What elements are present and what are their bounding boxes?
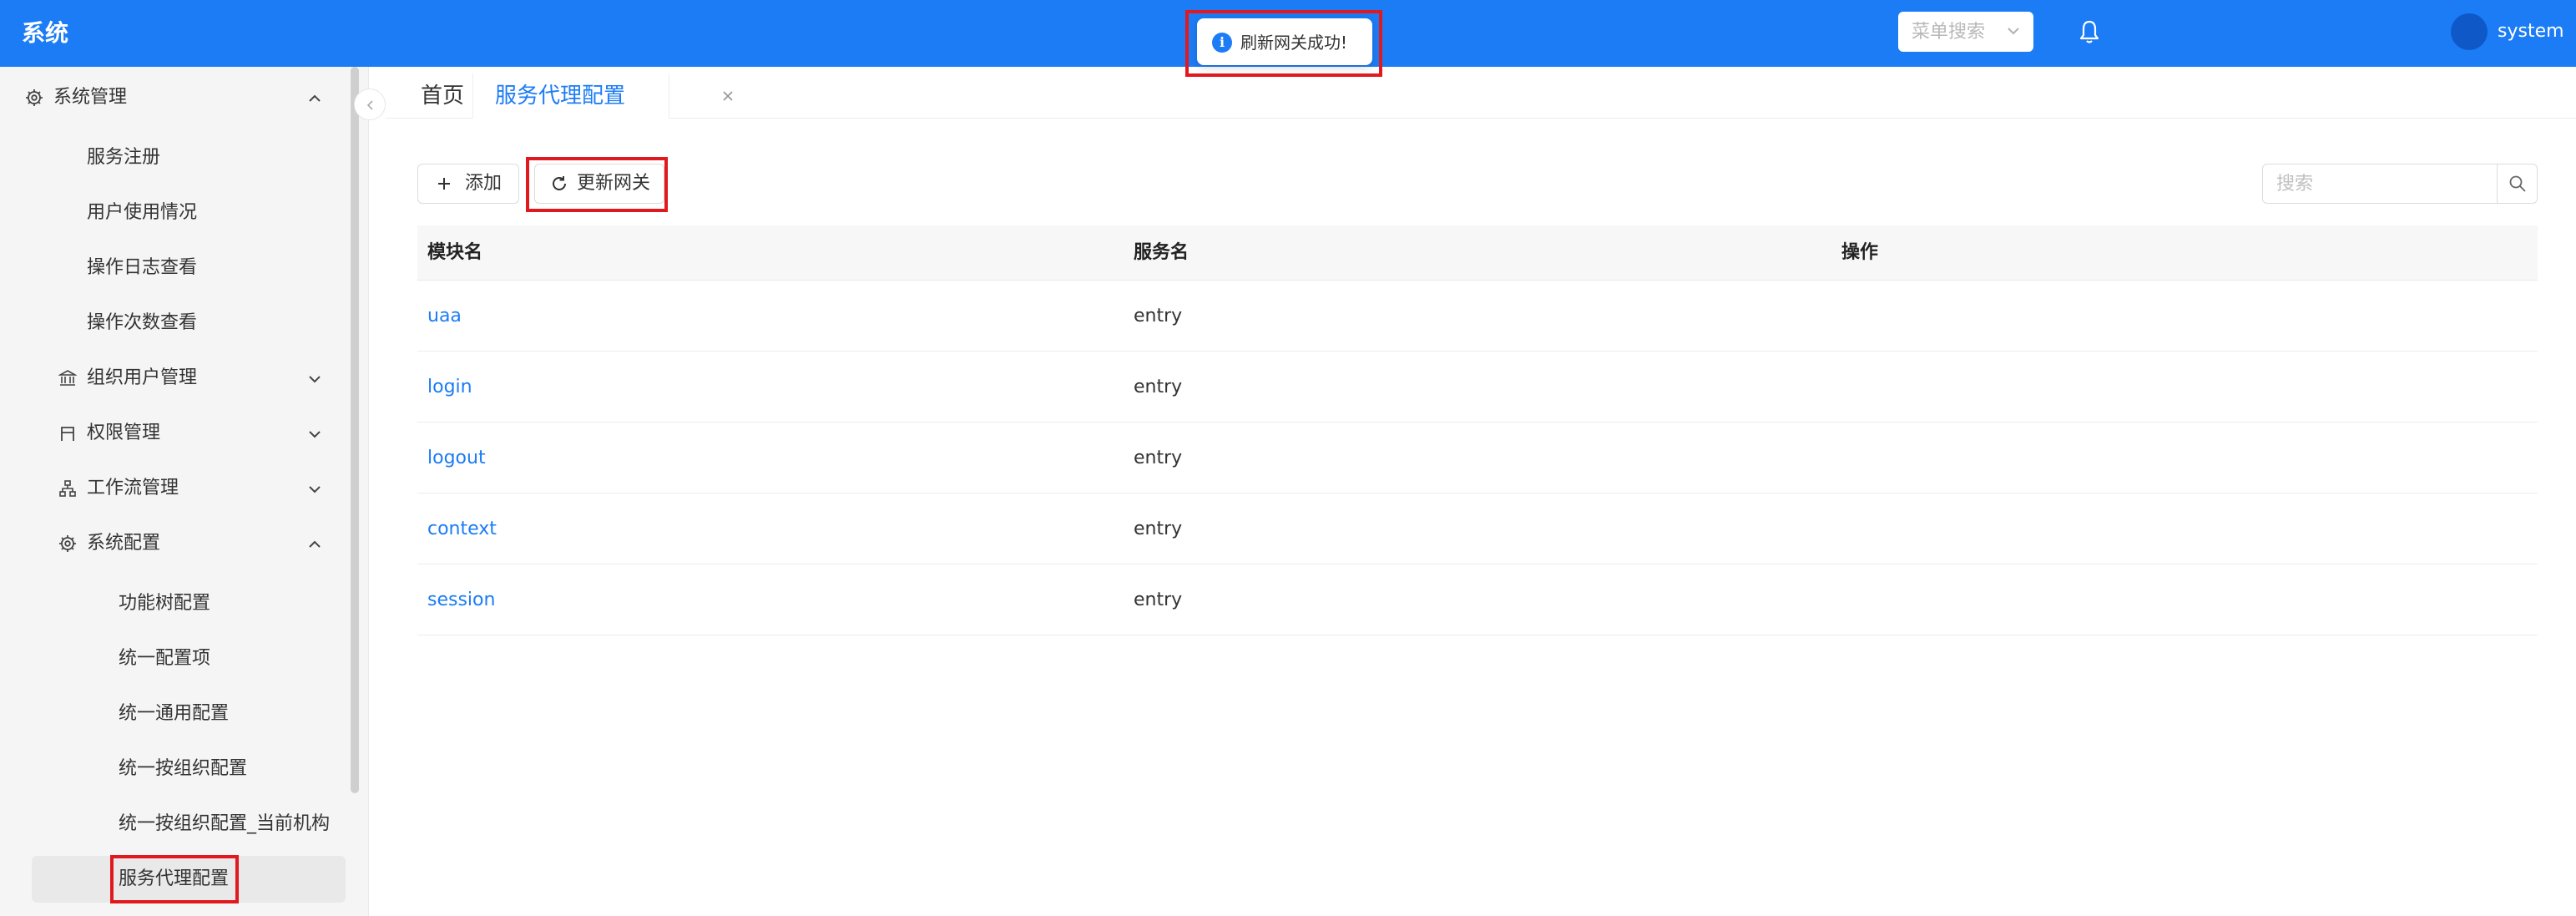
module-link[interactable]: session [427, 564, 495, 635]
tab-bar: 首页 服务代理配置 [386, 67, 2576, 119]
sidebar-item-label: 系统管理 [53, 87, 128, 108]
sidebar-item-label: 组织用户管理 [87, 367, 198, 388]
close-icon[interactable] [720, 89, 735, 104]
username[interactable]: system [2498, 17, 2564, 47]
module-link[interactable]: uaa [427, 281, 462, 352]
table-row: context entry [417, 493, 2538, 564]
sidebar-group-workflow-management[interactable]: 工作流管理 [0, 465, 342, 512]
sidebar-item-label: 权限管理 [87, 423, 161, 443]
table-row: logout entry [417, 423, 2538, 493]
sidebar-collapse-button[interactable] [354, 89, 386, 120]
bell-icon[interactable] [2077, 18, 2102, 45]
sidebar-item-service-register[interactable]: 服务注册 [0, 134, 342, 181]
search-box [2262, 164, 2538, 204]
app-title: 系统 [22, 19, 69, 47]
plus-icon [438, 178, 450, 190]
sidebar-item-label: 工作流管理 [87, 478, 179, 498]
sidebar-item-function-tree-config[interactable]: 功能树配置 [0, 580, 342, 627]
service-cell: entry [1134, 590, 1183, 610]
bank-icon [58, 370, 77, 386]
add-button-label: 添加 [465, 173, 503, 194]
sidebar-group-system-management[interactable]: 系统管理 [0, 74, 342, 121]
module-link[interactable]: context [427, 493, 497, 564]
sidebar-item-label: 操作次数查看 [87, 312, 198, 333]
menu-search-select[interactable]: 菜单搜索 [1898, 12, 2033, 52]
sidebar-item-label: 操作日志查看 [87, 257, 198, 278]
sidebar-item-unified-org-config[interactable]: 统一按组织配置 [0, 746, 342, 792]
table-row: login entry [417, 352, 2538, 423]
service-cell: entry [1134, 306, 1183, 326]
flow-icon [59, 480, 76, 497]
sidebar-item-label: 系统配置 [87, 533, 161, 554]
tab-service-proxy-config[interactable]: 服务代理配置 [472, 73, 733, 119]
sidebar-item-unified-general-config[interactable]: 统一通用配置 [0, 691, 342, 737]
search-icon [2509, 175, 2526, 192]
chevron-left-icon [366, 100, 373, 110]
active-item-highlight-outline [110, 855, 239, 903]
sidebar-group-system-config[interactable]: 系统配置 [0, 520, 342, 567]
menu-search-placeholder: 菜单搜索 [1912, 22, 1986, 43]
table-row: uaa entry [417, 281, 2538, 352]
sidebar-item-label: 统一按组织配置 [119, 758, 248, 779]
service-cell: entry [1134, 377, 1183, 397]
table-row: session entry [417, 564, 2538, 635]
sidebar-item-unified-org-config-current[interactable]: 统一按组织配置_当前机构 [0, 801, 342, 848]
service-proxy-table: 模块名 服务名 操作 uaa entry login entry logout … [417, 225, 2538, 635]
search-button[interactable] [2497, 164, 2537, 203]
search-input[interactable] [2263, 164, 2497, 203]
sidebar-group-permission-management[interactable]: 权限管理 [0, 410, 342, 457]
tab-label: 服务代理配置 [495, 84, 626, 109]
add-button[interactable]: 添加 [417, 164, 519, 204]
gear-icon [26, 89, 43, 106]
service-cell: entry [1134, 519, 1183, 539]
chevron-up-icon [309, 540, 321, 548]
sidebar-item-operation-log[interactable]: 操作日志查看 [0, 245, 342, 291]
sidebar-item-operation-count[interactable]: 操作次数查看 [0, 300, 342, 347]
chevron-down-icon [2008, 28, 2019, 35]
sidebar-scrollbar[interactable] [351, 67, 359, 793]
chevron-down-icon [309, 431, 321, 438]
column-header-service: 服务名 [1134, 242, 1190, 263]
sidebar-item-label: 统一通用配置 [119, 703, 230, 724]
chevron-down-icon [309, 376, 321, 383]
sidebar-item-unified-config-items[interactable]: 统一配置项 [0, 635, 342, 682]
chevron-up-icon [309, 94, 321, 102]
sidebar-item-label: 统一按组织配置_当前机构 [119, 813, 331, 834]
sidebar-item-label: 用户使用情况 [87, 202, 198, 223]
table-header: 模块名 服务名 操作 [417, 225, 2538, 281]
sidebar-item-label: 服务注册 [87, 147, 161, 168]
chevron-down-icon [309, 486, 321, 493]
sidebar-item-user-usage[interactable]: 用户使用情况 [0, 190, 342, 236]
avatar[interactable] [2451, 13, 2488, 50]
sidebar-item-label: 统一配置项 [119, 648, 211, 669]
refresh-highlight-outline [526, 157, 668, 212]
service-cell: entry [1134, 448, 1183, 468]
sidebar-item-label: 功能树配置 [119, 593, 211, 614]
gear-icon [59, 535, 76, 552]
column-header-module: 模块名 [427, 242, 483, 263]
tab-home[interactable]: 首页 [402, 73, 482, 119]
module-link[interactable]: login [427, 352, 472, 423]
sidebar-group-org-user-management[interactable]: 组织用户管理 [0, 355, 342, 402]
module-link[interactable]: logout [427, 423, 486, 493]
gate-icon [61, 427, 74, 441]
column-header-actions: 操作 [1841, 242, 1879, 263]
